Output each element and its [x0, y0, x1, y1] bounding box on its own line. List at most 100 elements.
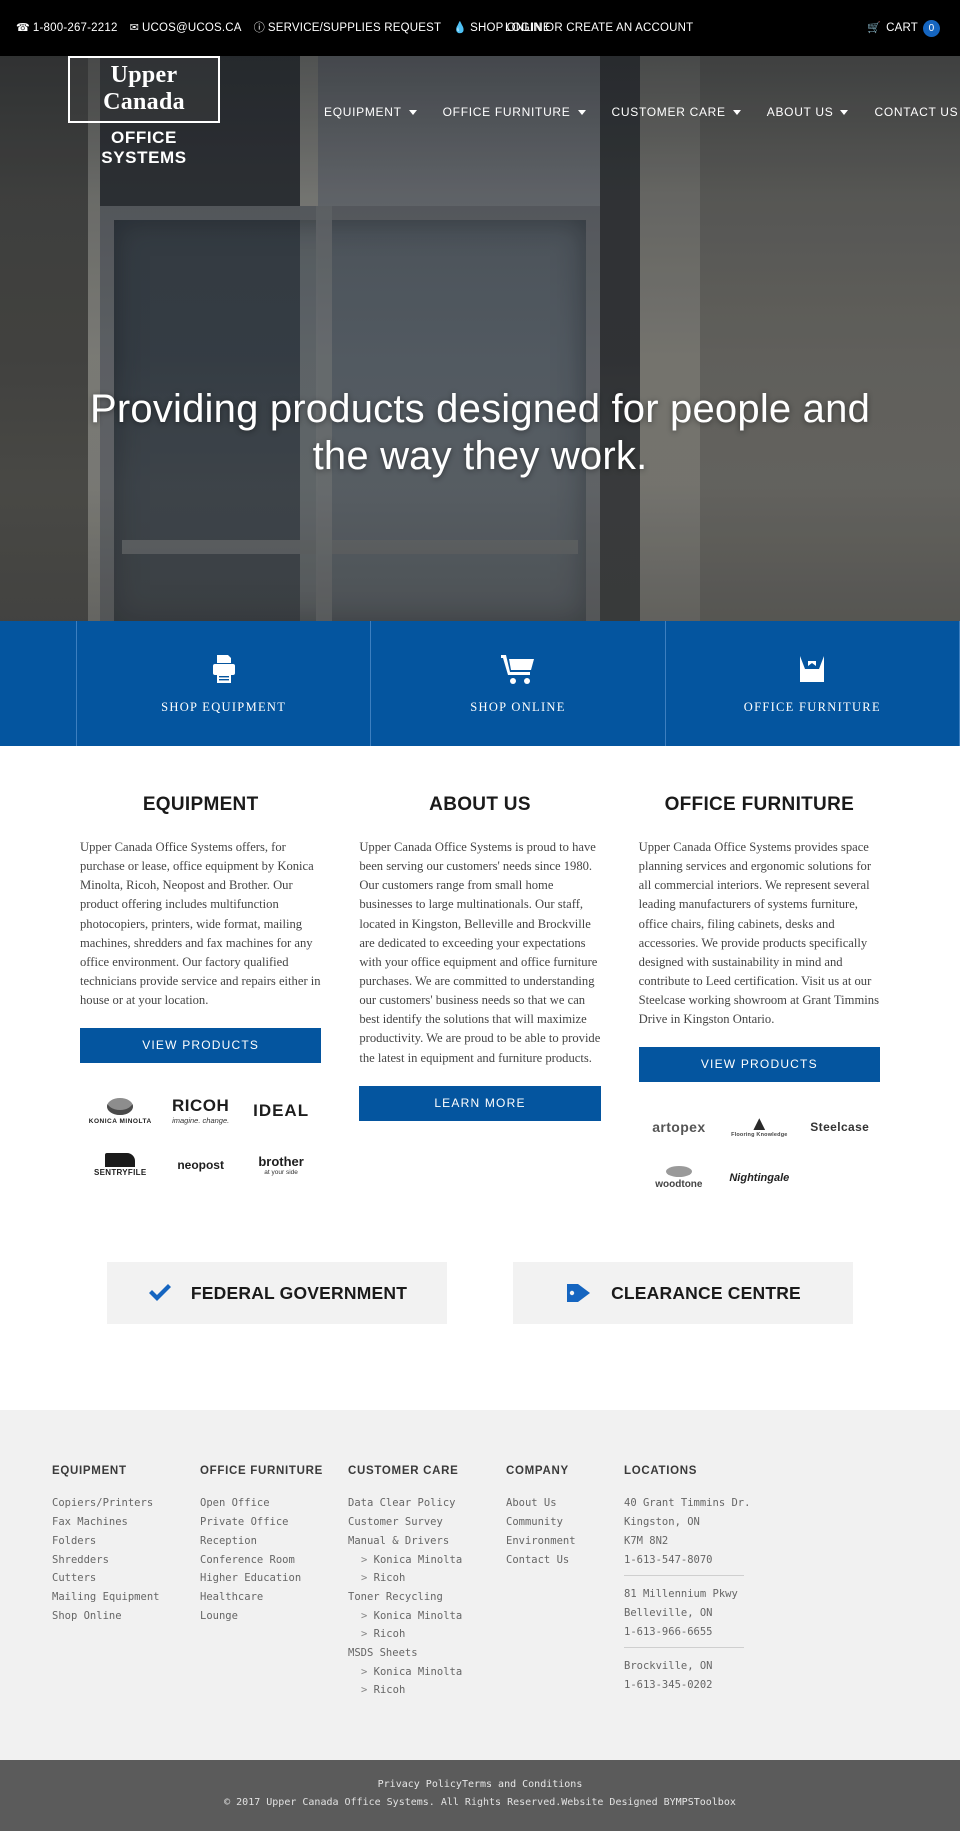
site-header: Upper Canada OFFICE SYSTEMS EQUIPMENT OF…: [0, 56, 960, 168]
quicklink-office-furniture[interactable]: OFFICE FURNITURE: [664, 621, 960, 746]
brand-name: KONICA MINOLTA: [88, 1117, 152, 1125]
footer-sublink[interactable]: Konica Minolta: [348, 1607, 506, 1626]
nav-label: EQUIPMENT: [324, 105, 402, 119]
brand-logo-nightingale: Nightingale: [729, 1172, 789, 1184]
footer-link[interactable]: Toner Recycling: [348, 1588, 506, 1607]
nav-label: CONTACT US: [874, 105, 959, 119]
footer-sublink[interactable]: Konica Minolta: [348, 1663, 506, 1682]
footer-column-title: OFFICE FURNITURE: [200, 1465, 323, 1478]
address-line: 40 Grant Timmins Dr.: [624, 1497, 751, 1510]
cart-label: CART: [886, 22, 918, 34]
footer-column-customer-care: CUSTOMER CARE Data Clear Policy Customer…: [348, 1465, 506, 1700]
footer-link[interactable]: Lounge: [200, 1607, 348, 1626]
brand-name: woodtone: [655, 1179, 703, 1191]
view-products-button-equipment[interactable]: VIEW PRODUCTS: [80, 1028, 322, 1064]
location-brockville: Brockville, ON 1-613-345-0202: [624, 1657, 814, 1694]
column-title: OFFICE FURNITURE: [664, 794, 855, 815]
footer-link[interactable]: Shop Online: [52, 1607, 200, 1626]
column-equipment: EQUIPMENT Upper Canada Office Systems of…: [80, 794, 322, 1190]
main-navigation: EQUIPMENT OFFICE FURNITURE CUSTOMER CARE…: [324, 105, 958, 119]
footer-link[interactable]: Customer Survey: [348, 1513, 506, 1532]
footer-link[interactable]: Folders: [52, 1532, 200, 1551]
tags-icon: [565, 1281, 593, 1305]
site-logo[interactable]: Upper Canada OFFICE SYSTEMS: [68, 56, 220, 168]
footer-column-locations: LOCATIONS 40 Grant Timmins Dr. Kingston,…: [624, 1465, 814, 1700]
nav-item-about-us[interactable]: ABOUT US: [767, 105, 849, 119]
address-line: Brockville, ON: [624, 1660, 713, 1673]
brand-logo-woodtone: woodtone: [655, 1166, 702, 1190]
chevron-down-icon: [840, 109, 849, 115]
nav-item-equipment[interactable]: EQUIPMENT: [324, 105, 417, 119]
quicklink-shop-equipment[interactable]: SHOP EQUIPMENT: [76, 621, 370, 746]
brand-name: Steelcase: [810, 1119, 870, 1134]
designer-link[interactable]: MPSToolbox: [676, 1797, 736, 1808]
footer-link[interactable]: Manual & Drivers: [348, 1532, 506, 1551]
footer-link[interactable]: Cutters: [52, 1569, 200, 1588]
chevron-down-icon: [408, 109, 417, 115]
footer-link[interactable]: Contact Us: [506, 1551, 624, 1570]
cart-icon: 🛒: [867, 21, 882, 34]
inbox-icon: [795, 652, 829, 686]
cart-button[interactable]: 🛒 CART 0: [867, 19, 940, 37]
learn-more-button[interactable]: LEARN MORE: [359, 1085, 601, 1121]
footer-sublink[interactable]: Ricoh: [348, 1625, 506, 1644]
footer-link[interactable]: Copiers/Printers: [52, 1494, 200, 1513]
footer-link[interactable]: Conference Room: [200, 1551, 348, 1570]
copyright-notice: © 2017 Upper Canada Office Systems. All …: [224, 1796, 562, 1808]
column-body: Upper Canada Office Systems offers, for …: [80, 840, 321, 1008]
footer-link[interactable]: Community: [506, 1513, 624, 1532]
footer-link[interactable]: About Us: [506, 1494, 624, 1513]
footer-link[interactable]: Reception: [200, 1532, 348, 1551]
footer-link[interactable]: Open Office: [200, 1494, 348, 1513]
column-title: EQUIPMENT: [142, 794, 259, 815]
privacy-policy-link[interactable]: Privacy Policy: [378, 1779, 462, 1790]
footer-link[interactable]: Fax Machines: [52, 1513, 200, 1532]
footer-column-title: EQUIPMENT: [52, 1465, 127, 1478]
address-line: Kingston, ON: [624, 1516, 700, 1529]
footer-link[interactable]: Healthcare: [200, 1588, 348, 1607]
service-request-link[interactable]: ⓘ SERVICE/SUPPLIES REQUEST: [254, 22, 442, 34]
footer-link[interactable]: Higher Education: [200, 1569, 348, 1588]
address-phone[interactable]: 1-613-966-6655: [624, 1623, 814, 1642]
promo-cards: FEDERAL GOVERNMENT CLEARANCE CENTRE: [0, 1190, 960, 1325]
nav-item-customer-care[interactable]: CUSTOMER CARE: [612, 105, 741, 119]
email-link[interactable]: ✉ UCOS@UCOS.CA: [130, 22, 242, 34]
terms-link[interactable]: Terms and Conditions: [462, 1779, 582, 1790]
footer-sublink[interactable]: Ricoh: [348, 1681, 506, 1700]
promo-federal-government[interactable]: FEDERAL GOVERNMENT: [107, 1262, 447, 1325]
phone-link[interactable]: ☎ 1-800-267-2212: [16, 22, 118, 34]
footer-sublink[interactable]: Ricoh: [348, 1569, 506, 1588]
nav-item-office-furniture[interactable]: OFFICE FURNITURE: [443, 105, 586, 119]
footer-link[interactable]: Shredders: [52, 1551, 200, 1570]
address-phone[interactable]: 1-613-547-8070: [624, 1551, 814, 1570]
quicklink-label: SHOP ONLINE: [470, 700, 566, 714]
address-line: 81 Millennium Pkwy: [624, 1588, 738, 1601]
promo-clearance-centre[interactable]: CLEARANCE CENTRE: [513, 1262, 853, 1325]
location-belleville: 81 Millennium Pkwy Belleville, ON 1-613-…: [624, 1585, 814, 1641]
address-phone[interactable]: 1-613-345-0202: [624, 1676, 814, 1695]
designer-credit-label: Website Designed BY: [561, 1796, 676, 1808]
brand-logo-ideal: IDEAL: [253, 1101, 309, 1121]
kn-mark-icon: ▲: [749, 1113, 770, 1136]
brand-name: SENTRYFILE: [93, 1168, 147, 1178]
copyright-text: © 2017 Upper Canada Office Systems. All …: [0, 1794, 960, 1812]
footer-link[interactable]: MSDS Sheets: [348, 1644, 506, 1663]
footer-link[interactable]: Data Clear Policy: [348, 1494, 506, 1513]
column-office-furniture: OFFICE FURNITURE Upper Canada Office Sys…: [638, 794, 880, 1190]
footer-column-title: LOCATIONS: [624, 1465, 698, 1478]
column-body: Upper Canada Office Systems is proud to …: [359, 840, 601, 1065]
utility-bar-left: ☎ 1-800-267-2212 ✉ UCOS@UCOS.CA ⓘ SERVIC…: [16, 22, 551, 34]
quicklink-shop-online[interactable]: SHOP ONLINE: [370, 621, 664, 746]
nav-label: CUSTOMER CARE: [611, 105, 726, 119]
account-link[interactable]: LOGIN OR CREATE AN ACCOUNT: [505, 22, 693, 34]
view-products-button-furniture[interactable]: VIEW PRODUCTS: [638, 1047, 880, 1083]
quick-links-bar: SHOP EQUIPMENT SHOP ONLINE OFFICE FURNIT…: [0, 621, 960, 746]
brand-logo-ricoh: RICOH imagine. change.: [172, 1097, 229, 1125]
footer-link[interactable]: Environment: [506, 1532, 624, 1551]
footer-link[interactable]: Mailing Equipment: [52, 1588, 200, 1607]
brand-logo-brother: brother at your side: [258, 1154, 304, 1176]
footer-sublink[interactable]: Konica Minolta: [348, 1551, 506, 1570]
footer-link[interactable]: Private Office: [200, 1513, 348, 1532]
brand-logos-equipment: KONICA MINOLTA RICOH imagine. change. ID…: [80, 1097, 321, 1178]
nav-item-contact-us[interactable]: CONTACT US: [874, 105, 958, 119]
